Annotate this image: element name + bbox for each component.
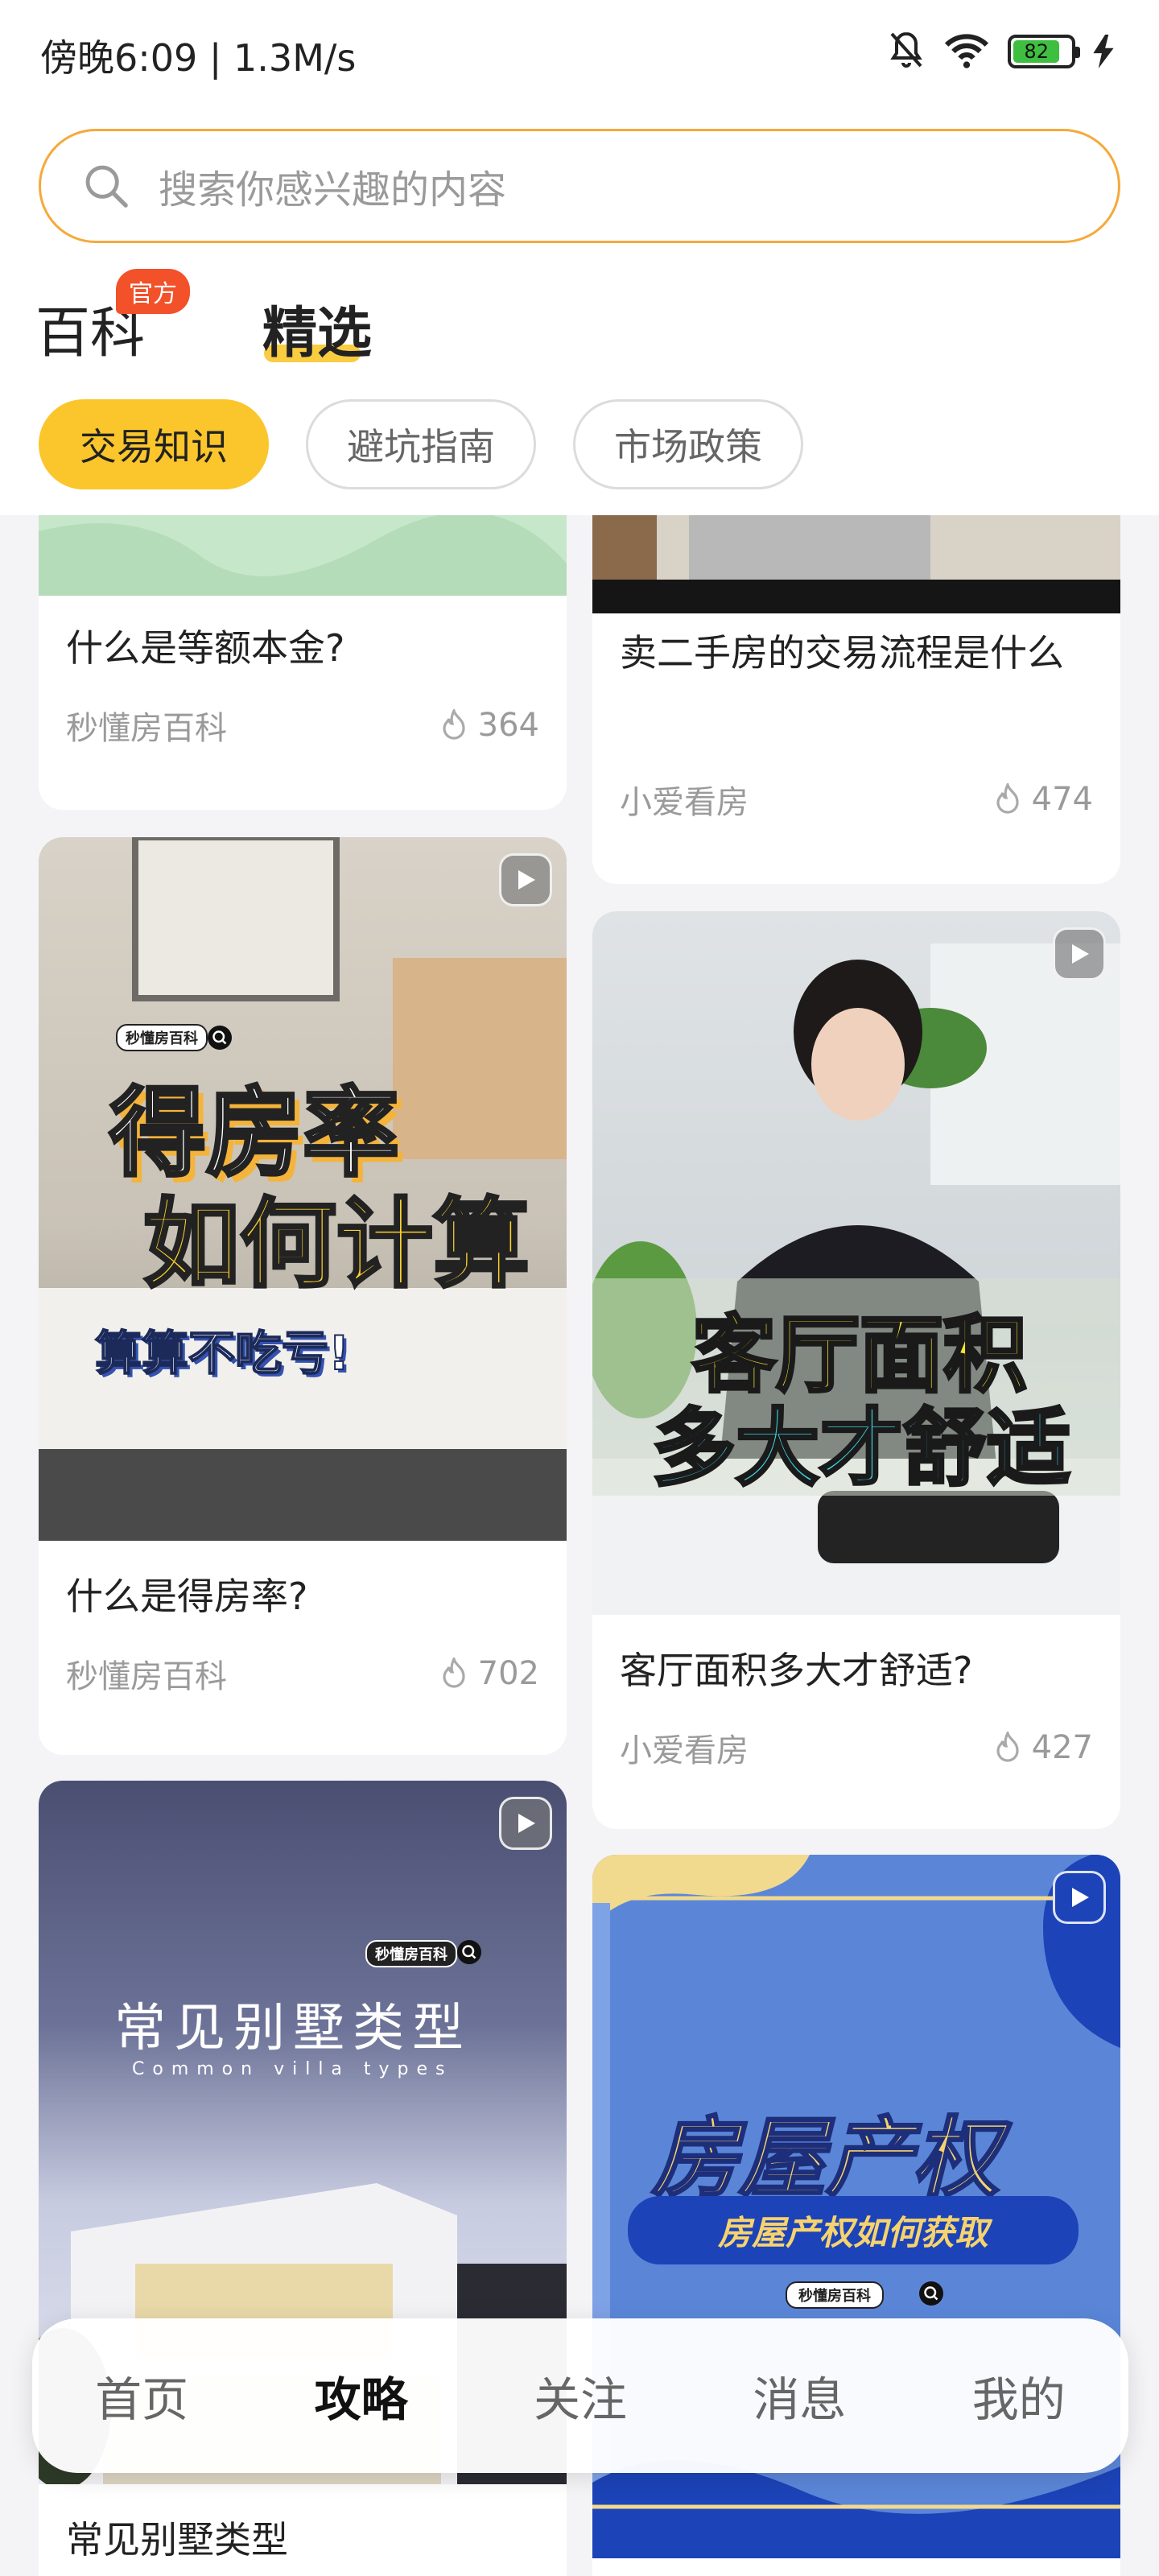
card-author: 小爱看房 (620, 784, 749, 821)
chip-pitfall-guide[interactable]: 避坑指南 (306, 399, 536, 489)
flame-icon (443, 1657, 465, 1688)
article-card[interactable]: 秒懂房百科 得房率 如何计算 算算不吃亏! 什么是得房率? 秒懂房百科 702 (39, 837, 567, 1755)
battery-level: 82 (1013, 40, 1060, 63)
charging-icon (1093, 35, 1114, 68)
cover-brand: 秒懂房百科 (116, 1024, 208, 1051)
card-author: 秒懂房百科 (66, 710, 227, 747)
battery-icon: 82 (1008, 35, 1080, 68)
card-author: 秒懂房百科 (66, 1658, 227, 1695)
cover-brand: 秒懂房百科 (365, 1940, 457, 1967)
card-cover (592, 515, 1120, 613)
tab-jingxuan-label: 精选 (262, 302, 373, 365)
wifi-icon (944, 34, 989, 68)
nav-profile[interactable]: 我的 (930, 2362, 1107, 2429)
card-title: 客厅面积多大才舒适? (620, 1649, 973, 1692)
cover-line2: 多大才舒适 (650, 1397, 1072, 1499)
chip-trade-knowledge[interactable]: 交易知识 (39, 399, 269, 489)
card-likes: 474 (993, 781, 1093, 818)
status-time: 傍晚6:09 | 1.3M/s (40, 36, 357, 80)
nav-follow[interactable]: 关注 (492, 2362, 669, 2429)
card-meta: 秒懂房百科 702 (66, 1650, 539, 1697)
cover-shape (592, 515, 1120, 613)
search-icon (85, 165, 128, 208)
status-icons: 82 (887, 27, 1114, 76)
card-title: 什么是得房率? (66, 1575, 308, 1618)
likes-count: 427 (1031, 1729, 1093, 1766)
brand-search-icon (457, 1940, 481, 1964)
cover-line2: Common villa types (132, 2059, 453, 2079)
brand-search-icon (208, 1026, 232, 1050)
mute-bell-icon (890, 31, 922, 68)
cover-line1: 常见别墅类型 (114, 1999, 472, 2058)
cover-line2: 房屋产权如何获取 (628, 2196, 1079, 2264)
cover-line2: 如何计算 (142, 1187, 531, 1302)
cover-brand: 秒懂房百科 (786, 2281, 884, 2309)
article-card[interactable]: 客厅面积 多大才舒适 客厅面积多大才舒适? 小爱看房 427 (592, 911, 1120, 1829)
play-icon (499, 1797, 552, 1850)
likes-count: 364 (477, 707, 539, 744)
play-icon (499, 853, 552, 906)
main-tabs: 百科 官方 精选 (35, 269, 599, 370)
tab-jingxuan[interactable]: 精选 (262, 288, 372, 368)
play-icon (1053, 1871, 1106, 1924)
bottom-nav: 首页 攻略 关注 消息 我的 (32, 2318, 1128, 2473)
card-cover: 客厅面积 多大才舒适 (592, 911, 1120, 1615)
flame-icon (443, 709, 465, 740)
card-cover (39, 515, 567, 596)
card-title: 常见别墅类型 (66, 2518, 288, 2562)
nav-messages[interactable]: 消息 (711, 2362, 888, 2429)
article-card[interactable]: 卖二手房的交易流程是什么 小爱看房 474 (592, 515, 1120, 884)
card-title: 什么是等额本金? (66, 626, 345, 670)
cover-line3: 算算不吃亏! (94, 1325, 350, 1381)
header: 傍晚6:09 | 1.3M/s 82 搜索你感兴趣的内容 百科 官方 精选 交易… (0, 0, 1159, 515)
nav-home[interactable]: 首页 (53, 2362, 230, 2429)
likes-count: 474 (1031, 781, 1093, 818)
flame-icon (996, 783, 1019, 814)
article-card[interactable]: 什么是等额本金? 秒懂房百科 364 (39, 515, 567, 810)
card-likes: 364 (439, 707, 539, 744)
official-badge: 官方 (116, 269, 190, 314)
card-title: 卖二手房的交易流程是什么 (620, 631, 1064, 675)
card-likes: 427 (993, 1729, 1093, 1766)
card-author: 小爱看房 (620, 1732, 749, 1769)
card-meta: 小爱看房 427 (620, 1724, 1093, 1771)
category-chips: 交易知识 避坑指南 市场政策 (39, 399, 803, 489)
search-placeholder: 搜索你感兴趣的内容 (159, 167, 507, 213)
chip-market-policy[interactable]: 市场政策 (573, 399, 803, 489)
status-bar: 傍晚6:09 | 1.3M/s 82 (0, 0, 1159, 105)
card-meta: 秒懂房百科 364 (66, 702, 539, 749)
likes-count: 702 (477, 1655, 539, 1692)
cover-scene (592, 943, 1120, 1615)
brand-search-icon (919, 2281, 943, 2306)
flame-icon (996, 1732, 1019, 1762)
search-input[interactable]: 搜索你感兴趣的内容 (39, 129, 1120, 243)
cover-shape (39, 515, 567, 596)
play-icon (1053, 927, 1106, 980)
cover-line1: 房屋产权 (650, 2107, 1000, 2211)
feed: 什么是等额本金? 秒懂房百科 364 卖二手房的交易流程是什么 小爱看房 474 (0, 515, 1159, 2576)
card-cover: 秒懂房百科 得房率 如何计算 算算不吃亏! (39, 837, 567, 1541)
nav-guide[interactable]: 攻略 (273, 2362, 450, 2429)
card-likes: 702 (439, 1655, 539, 1692)
card-meta: 小爱看房 474 (620, 776, 1093, 823)
